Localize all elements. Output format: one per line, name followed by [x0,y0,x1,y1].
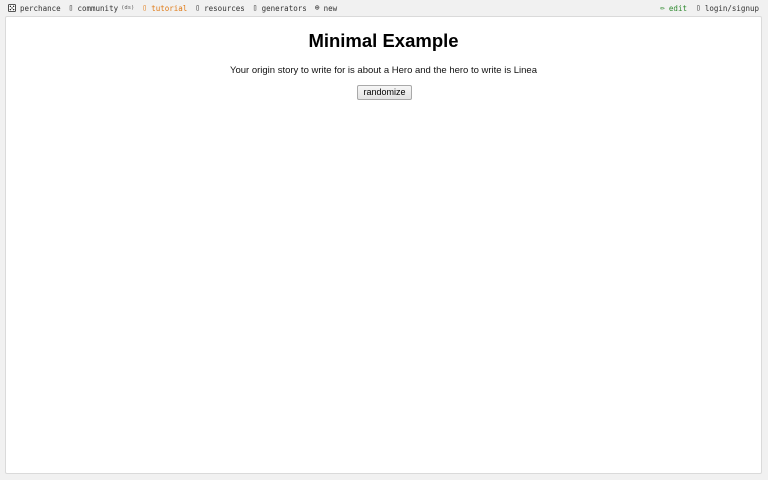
nav-brand-perchance[interactable]: perchance [8,4,61,13]
pencil-icon: ✏ [660,3,665,12]
nav-new-label: new [323,3,338,13]
nav-resources-label: resources [204,3,245,13]
generator-output-panel: Minimal Example Your origin story to wri… [5,16,762,474]
randomize-button[interactable]: randomize [357,85,412,100]
nav-new-link[interactable]: ⊕ new [315,4,337,13]
nav-community-link[interactable]: ▯ community (ds) [69,4,135,13]
nav-left-group: perchance ▯ community (ds) ▯ tutorial ▯ … [8,4,345,13]
nav-resources-link[interactable]: ▯ resources [195,4,244,13]
user-icon: ▯ [695,3,701,12]
nav-edit-link[interactable]: ✏ edit [660,4,687,13]
nav-generators-link[interactable]: ▯ generators [253,4,307,13]
die-icon [8,4,16,12]
plus-icon: ⊕ [314,3,320,12]
nav-login-link[interactable]: ▯ login/signup [696,4,759,13]
nav-edit-label: edit [668,3,687,13]
generated-output-text: Your origin story to write for is about … [230,65,537,76]
nav-right-group: ✏ edit ▯ login/signup [651,4,759,13]
nav-generators-label: generators [261,3,307,13]
nav-tutorial-link[interactable]: ▯ tutorial [142,4,187,13]
nav-community-label: community [77,3,119,13]
link-icon: ▯ [195,3,201,12]
chat-icon: ▯ [68,3,74,12]
top-navigation-bar: perchance ▯ community (ds) ▯ tutorial ▯ … [0,0,768,16]
list-icon: ▯ [252,3,258,12]
nav-login-label: login/signup [704,3,759,13]
nav-brand-label: perchance [20,3,61,13]
nav-tutorial-label: tutorial [151,3,188,13]
book-icon: ▯ [142,3,148,12]
page-title: Minimal Example [308,30,459,51]
nav-community-note: (ds) [121,5,135,11]
